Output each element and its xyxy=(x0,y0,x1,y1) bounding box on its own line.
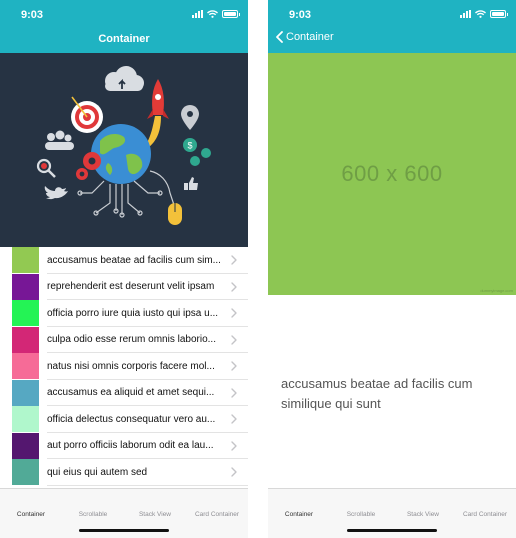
list-item-thumbnail xyxy=(12,406,39,433)
list-item[interactable]: qui eius qui autem sed xyxy=(0,459,248,486)
list-item-label: culpa odio esse rerum omnis laborio... xyxy=(47,334,216,346)
tab-card-container[interactable]: Card Container xyxy=(186,489,248,538)
battery-icon xyxy=(490,10,508,18)
chevron-right-icon xyxy=(231,334,237,345)
battery-icon xyxy=(222,10,240,18)
status-icons xyxy=(460,10,508,18)
chevron-right-icon xyxy=(231,281,237,292)
list-item[interactable]: officia delectus consequatur vero au... xyxy=(0,406,248,433)
list-item-thumbnail xyxy=(12,353,39,380)
chevron-right-icon xyxy=(231,440,237,451)
chevron-right-icon xyxy=(231,255,237,265)
list-item-thumbnail xyxy=(12,247,39,274)
list-item[interactable]: officia porro iure quia iusto qui ipsa u… xyxy=(0,300,248,327)
home-indicator xyxy=(79,529,169,532)
detail-screen: 9:03 Container 600 x 600 dummyimage.com … xyxy=(268,0,516,538)
chevron-right-icon xyxy=(231,361,237,371)
back-button[interactable]: Container xyxy=(276,31,334,43)
list-item[interactable]: reprehenderit est deserunt velit ipsam xyxy=(0,273,248,301)
list-screen: 9:03 Container $ accusamus beatae ad fac… xyxy=(0,0,248,538)
tab-bar: Container Scrollable Stack View Card Contai… xyxy=(0,488,248,538)
navigation-bar: 9:03 Container xyxy=(0,0,248,53)
placeholder-image: 600 x 600 dummyimage.com xyxy=(268,53,516,295)
list-item-label: officia delectus consequatur vero au... xyxy=(47,413,216,425)
list-item-label: reprehenderit est deserunt velit ipsam xyxy=(47,281,215,293)
item-description: accusamus beatae ad facilis cum similiqu… xyxy=(281,376,473,411)
page-title: Container xyxy=(98,33,150,45)
list-item-label: aut porro officiis laborum odit ea lau..… xyxy=(47,440,214,452)
list-item-label: officia porro iure quia iusto qui ipsa u… xyxy=(47,307,219,319)
list-item-thumbnail xyxy=(12,379,39,406)
list-item-label: accusamus ea aliquid et amet sequi... xyxy=(47,387,215,399)
mouse-icon xyxy=(168,203,182,225)
home-indicator xyxy=(347,529,437,532)
svg-text:$: $ xyxy=(187,141,192,151)
signal-icon xyxy=(192,10,203,18)
signal-icon xyxy=(460,10,471,18)
list-item-label: qui eius qui autem sed xyxy=(47,466,148,478)
status-time: 9:03 xyxy=(21,9,44,21)
list-item[interactable]: aut porro officiis laborum odit ea lau..… xyxy=(0,432,248,460)
tab-container[interactable]: Container xyxy=(0,489,62,538)
wifi-icon xyxy=(207,10,218,18)
tab-card-container[interactable]: Card Container xyxy=(454,489,516,538)
list-item-thumbnail xyxy=(12,459,39,486)
placeholder-image-text: 600 x 600 xyxy=(341,161,443,186)
list-item[interactable]: culpa odio esse rerum omnis laborio... xyxy=(0,326,248,354)
navigation-bar: 9:03 Container xyxy=(268,0,516,53)
list-item-label: natus nisi omnis corporis facere mol... xyxy=(47,360,215,372)
item-list: accusamus beatae ad facilis cum sim... re… xyxy=(0,247,248,486)
list-item[interactable]: accusamus ea aliquid et amet sequi... xyxy=(0,379,248,407)
chevron-right-icon xyxy=(231,387,237,398)
tab-bar: Container Scrollable Stack View Card Contai… xyxy=(268,488,516,538)
list-item[interactable]: accusamus beatae ad facilis cum sim... xyxy=(0,247,248,274)
globe-icon xyxy=(91,124,151,184)
status-time: 9:03 xyxy=(289,9,312,21)
list-item-thumbnail xyxy=(12,432,39,459)
chevron-right-icon xyxy=(231,467,237,477)
back-button-label: Container xyxy=(286,31,334,43)
chevron-left-icon xyxy=(276,31,283,43)
chevron-right-icon xyxy=(231,414,237,424)
list-item[interactable]: natus nisi omnis corporis facere mol... xyxy=(0,353,248,380)
list-item-thumbnail xyxy=(12,300,39,327)
status-icons xyxy=(192,10,240,18)
chevron-right-icon xyxy=(231,308,237,318)
tech-globe-illustration: $ xyxy=(0,53,248,247)
placeholder-image-footer: dummyimage.com xyxy=(480,288,513,293)
hero-illustration: $ xyxy=(0,53,248,247)
wifi-icon xyxy=(475,10,486,18)
tab-container[interactable]: Container xyxy=(268,489,330,538)
list-item-thumbnail xyxy=(12,273,39,300)
list-item-thumbnail xyxy=(12,326,39,353)
list-item-label: accusamus beatae ad facilis cum sim... xyxy=(47,254,221,266)
